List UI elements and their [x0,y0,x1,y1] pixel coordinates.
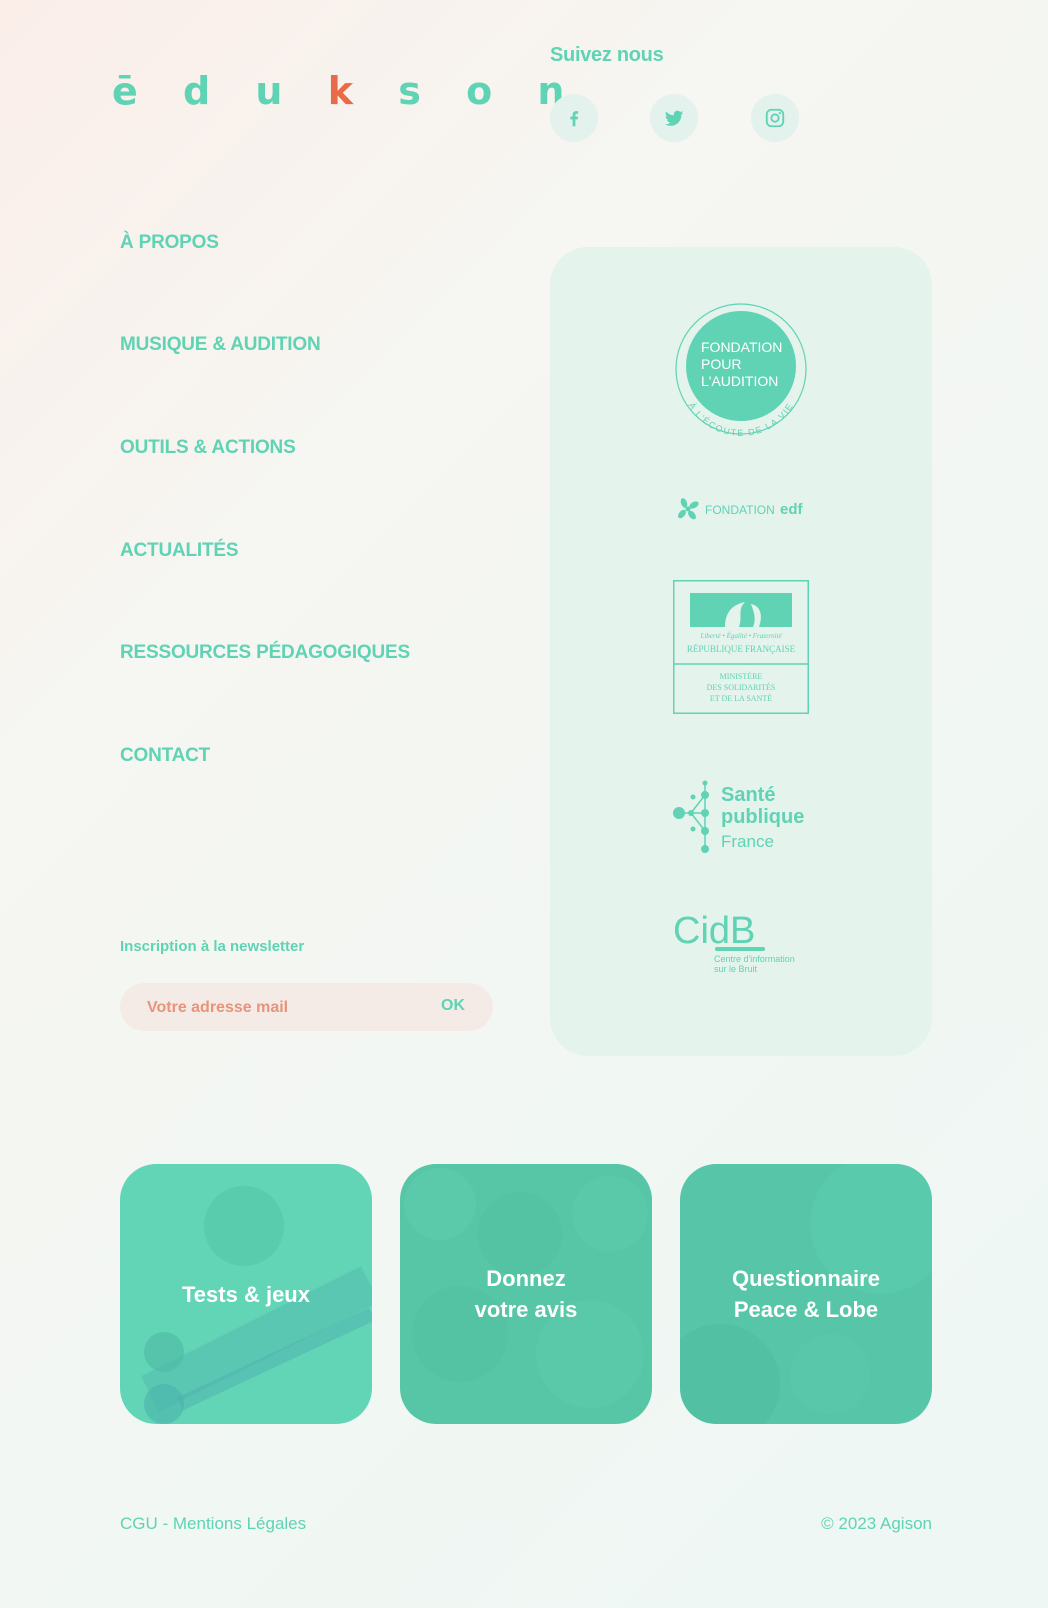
edukson-logo[interactable]: ē d u k s o n [112,72,580,110]
fondation-line1: FONDATION [701,339,782,355]
cidb-name: CidB [673,910,755,952]
facebook-icon [570,111,579,127]
twitter-link[interactable] [650,94,698,142]
instagram-icon [765,108,785,128]
nav-item-musique-audition[interactable]: MUSIQUE & AUDITION [120,334,321,356]
nav-item-ressources-pedagogiques[interactable]: RESSOURCES PÉDAGOGIQUES [120,642,410,664]
sante-line2: publique [721,806,804,828]
fondation-audition-logo[interactable]: FONDATION POUR L'AUDITION À L'ÉCOUTE DE … [550,301,932,441]
edf-prefix: FONDATION [705,503,775,517]
ministere-logo[interactable]: Liberté • Égalité • Fraternité RÉPUBLIQU… [550,580,932,714]
footer-page: ē d u k s o n Suivez nous À PROPOS MUSIQ… [0,0,1048,1608]
sante-line1: Santé [721,784,775,806]
ministere-line1: MINISTÈRE [720,671,763,681]
ministere-line3: ET DE LA SANTÉ [710,693,772,703]
nav-item-contact[interactable]: CONTACT [120,745,210,767]
card-questionnaire[interactable]: Questionnaire Peace & Lobe [680,1164,932,1424]
nav-item-outils-actions[interactable]: OUTILS & ACTIONS [120,437,296,459]
copyright-text: © 2023 Agison [821,1514,932,1533]
edf-flower-icon [678,498,699,520]
nav-item-a-propos[interactable]: À PROPOS [120,232,219,254]
ministere-motto: Liberté • Égalité • Fraternité [699,632,782,640]
newsletter-submit-button[interactable]: OK [441,997,465,1015]
fondation-edf-logo[interactable]: FONDATION edf [550,495,932,523]
cidb-line1: Centre d'information [714,954,795,964]
marianne-flag-icon [690,593,792,627]
newsletter-title: Inscription à la newsletter [120,938,305,955]
newsletter-form: OK [120,983,493,1033]
sante-publique-logo[interactable]: Santé publique France [550,771,932,859]
sante-publique-dots-icon [673,780,709,853]
legal-link[interactable]: CGU - Mentions Légales [120,1514,306,1534]
newsletter-email-input[interactable] [145,983,419,1033]
twitter-icon [664,110,684,126]
partners-panel: FONDATION POUR L'AUDITION À L'ÉCOUTE DE … [550,247,932,1056]
card-donnez-avis[interactable]: Donnez votre avis [400,1164,652,1424]
edf-brand: edf [780,501,804,518]
ministere-line2: DES SOLIDARITÉS [707,682,776,692]
cidb-underline [715,947,765,951]
facebook-link[interactable] [550,94,598,142]
nav-item-actualites[interactable]: ACTUALITÉS [120,540,239,562]
card-tests-label: Tests & jeux [182,1281,310,1307]
instagram-link[interactable] [751,94,799,142]
fondation-line2: POUR [701,356,741,372]
fondation-line3: L'AUDITION [701,373,778,389]
cidb-logo[interactable]: CidB Centre d'information sur le Bruit [550,909,932,979]
sante-line3: France [721,832,774,851]
card-tests-jeux[interactable]: Tests & jeux [120,1164,372,1424]
card-avis-label: Donnez votre avis [474,1266,578,1322]
cidb-line2: sur le Bruit [714,964,758,974]
follow-us-title: Suivez nous [550,44,664,66]
ministere-republique: RÉPUBLIQUE FRANÇAISE [687,644,796,654]
card-questionnaire-label: Questionnaire Peace & Lobe [732,1266,880,1322]
